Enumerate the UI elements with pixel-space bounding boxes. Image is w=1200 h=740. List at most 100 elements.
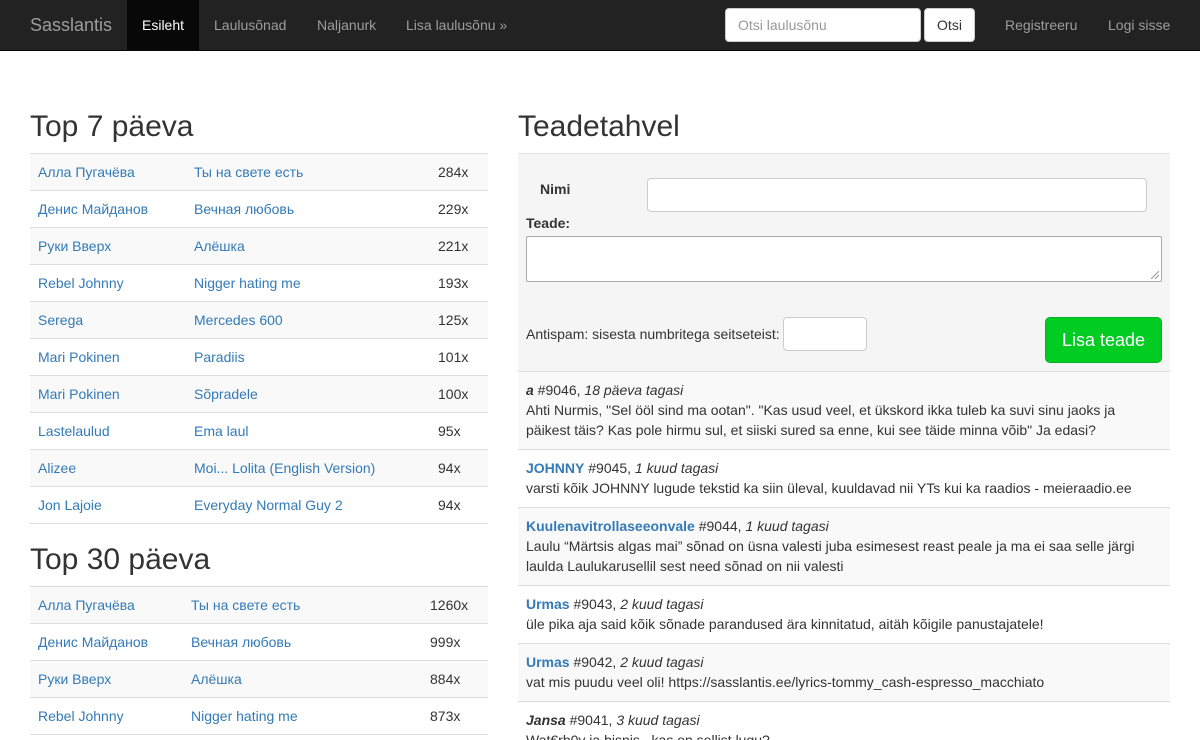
- message-time: 1 kuud tagasi: [634, 460, 719, 476]
- song-link[interactable]: Алёшка: [194, 228, 245, 264]
- song-link[interactable]: Вечная любовь: [194, 191, 294, 227]
- view-count: 221x: [438, 238, 469, 254]
- message-label: Teade:: [526, 215, 571, 231]
- artist-link[interactable]: Jon Lajoie: [38, 487, 102, 523]
- table-row: Денис Майданов Вечная любовь 999x: [30, 624, 488, 661]
- song-link[interactable]: Nigger hating me: [194, 265, 301, 301]
- antispam-label: Antispam: sisesta numbritega seitseteist…: [526, 326, 780, 342]
- search-button[interactable]: Otsi: [924, 8, 975, 42]
- view-count: 193x: [438, 275, 469, 291]
- artist-link[interactable]: Алла Пугачёва: [38, 587, 135, 623]
- antispam-field[interactable]: [783, 317, 867, 351]
- artist-link[interactable]: Mari Pokinen: [38, 339, 120, 375]
- song-link[interactable]: Ты на свете есть: [191, 587, 300, 623]
- resize-grip-icon[interactable]: [1151, 271, 1159, 279]
- message-text: varsti kõik JOHNNY lugude tekstid ka sii…: [526, 480, 1132, 496]
- message-author-link[interactable]: Urmas: [526, 596, 570, 612]
- table-row: Руки Вверх Алёшка 221x: [30, 228, 488, 265]
- song-link[interactable]: Ты на свете есть: [194, 154, 303, 190]
- brand-logo[interactable]: Sasslantis: [30, 0, 112, 50]
- submit-message-button[interactable]: Lisa teade: [1045, 317, 1162, 363]
- message-author-link[interactable]: Kuulenavitrollaseeonvale: [526, 518, 695, 534]
- song-link[interactable]: Everyday Normal Guy 2: [194, 487, 343, 523]
- artist-link[interactable]: Mari Pokinen: [38, 376, 120, 412]
- table-row: Mari Pokinen Sõpradele 100x: [30, 376, 488, 413]
- artist-link[interactable]: Serega: [38, 302, 83, 338]
- artist-link[interactable]: Денис Майданов: [38, 624, 148, 660]
- view-count: 1260x: [430, 597, 469, 613]
- message-id: #9046,: [533, 382, 585, 398]
- view-count: 884x: [430, 671, 461, 687]
- message-id: #9041,: [565, 712, 617, 728]
- table-row: Алла Пугачёва Ты на свете есть 284x: [30, 154, 488, 191]
- message-text: Wat€rb0y ja bisnis , kas on sellist lugu…: [526, 732, 770, 740]
- top7-title: Top 7 päeva: [30, 110, 194, 143]
- message-text: Ahti Nurmis, "Sel ööl sind ma ootan". "K…: [526, 402, 1116, 438]
- message-item: Urmas #9043, 2 kuud tagasi üle pika aja …: [518, 585, 1170, 643]
- name-label: Nimi: [540, 181, 571, 197]
- message-author-link[interactable]: JOHNNY: [526, 460, 584, 476]
- message-author: a: [526, 382, 534, 398]
- table-row: Rebel Johnny Nigger hating me 873x: [30, 698, 488, 735]
- artist-link[interactable]: Rebel Johnny: [38, 265, 124, 301]
- table-row: Руки Вверх Алёшка 884x: [30, 661, 488, 698]
- song-link[interactable]: Sõpradele: [194, 376, 258, 412]
- song-link[interactable]: Алёшка: [191, 661, 242, 697]
- nav-item-home[interactable]: Esileht: [127, 0, 200, 50]
- search-input[interactable]: [725, 8, 921, 42]
- artist-link[interactable]: Alizee: [38, 450, 76, 486]
- artist-link[interactable]: Денис Майданов: [38, 191, 148, 227]
- view-count: 125x: [438, 312, 469, 328]
- name-field[interactable]: [647, 178, 1147, 212]
- message-item: a #9046, 18 päeva tagasi Ahti Nurmis, "S…: [518, 371, 1170, 449]
- top7-table: Алла Пугачёва Ты на свете есть 284x Дени…: [30, 153, 488, 524]
- nav-item-add-lyrics[interactable]: Lisa laulusõnu »: [391, 0, 522, 50]
- artist-link[interactable]: Lastelaulud: [38, 413, 110, 449]
- nav-item-lyrics[interactable]: Laulusõnad: [199, 0, 301, 50]
- login-link[interactable]: Logi sisse: [1093, 0, 1185, 50]
- view-count: 94x: [438, 460, 461, 476]
- table-row: Jon Lajoie Everyday Normal Guy 2 94x: [30, 487, 488, 524]
- message-time: 2 kuud tagasi: [620, 596, 704, 612]
- table-row: Alizee Moi... Lolita (English Version) 9…: [30, 450, 488, 487]
- song-link[interactable]: Paradiis: [194, 339, 245, 375]
- message-author-link[interactable]: Urmas: [526, 654, 570, 670]
- message-id: #9043,: [569, 596, 621, 612]
- navbar: Sasslantis Esileht Laulusõnad Naljanurk …: [0, 0, 1200, 51]
- song-link[interactable]: Вечная любовь: [191, 624, 291, 660]
- view-count: 100x: [438, 386, 469, 402]
- message-author: Jansa: [526, 712, 566, 728]
- board-title: Teadetahvel: [518, 110, 680, 143]
- view-count: 95x: [438, 423, 461, 439]
- table-row: Rebel Johnny Nigger hating me 193x: [30, 265, 488, 302]
- song-link[interactable]: Nigger hating me: [191, 698, 298, 734]
- message-time: 2 kuud tagasi: [620, 654, 704, 670]
- top30-title: Top 30 päeva: [30, 543, 211, 576]
- message-time: 1 kuud tagasi: [745, 518, 829, 534]
- message-text: üle pika aja said kõik sõnade parandused…: [526, 616, 1044, 632]
- view-count: 229x: [438, 201, 469, 217]
- register-link[interactable]: Registreeru: [990, 0, 1092, 50]
- song-link[interactable]: Mercedes 600: [194, 302, 283, 338]
- message-id: #9044,: [694, 518, 746, 534]
- view-count: 284x: [438, 164, 469, 180]
- message-text: Laulu “Märtsis algas mai” sõnad on üsna …: [526, 538, 1135, 574]
- view-count: 101x: [438, 349, 469, 365]
- artist-link[interactable]: Rebel Johnny: [38, 698, 124, 734]
- message-time: 3 kuud tagasi: [616, 712, 700, 728]
- nav-item-jokes[interactable]: Naljanurk: [302, 0, 391, 50]
- artist-link[interactable]: Руки Вверх: [38, 661, 111, 697]
- top30-table: Алла Пугачёва Ты на свете есть 1260x Ден…: [30, 586, 488, 735]
- song-link[interactable]: Ema laul: [194, 413, 248, 449]
- message-textarea[interactable]: [526, 236, 1162, 282]
- view-count: 873x: [430, 708, 461, 724]
- artist-link[interactable]: Руки Вверх: [38, 228, 111, 264]
- view-count: 94x: [438, 497, 461, 513]
- message-id: #9042,: [569, 654, 621, 670]
- message-item: JOHNNY #9045, 1 kuud tagasi varsti kõik …: [518, 449, 1170, 507]
- artist-link[interactable]: Алла Пугачёва: [38, 154, 135, 190]
- table-row: Serega Mercedes 600 125x: [30, 302, 488, 339]
- message-item: Urmas #9042, 2 kuud tagasi vat mis puudu…: [518, 643, 1170, 701]
- message-time: 18 päeva tagasi: [584, 382, 684, 398]
- song-link[interactable]: Moi... Lolita (English Version): [194, 450, 375, 486]
